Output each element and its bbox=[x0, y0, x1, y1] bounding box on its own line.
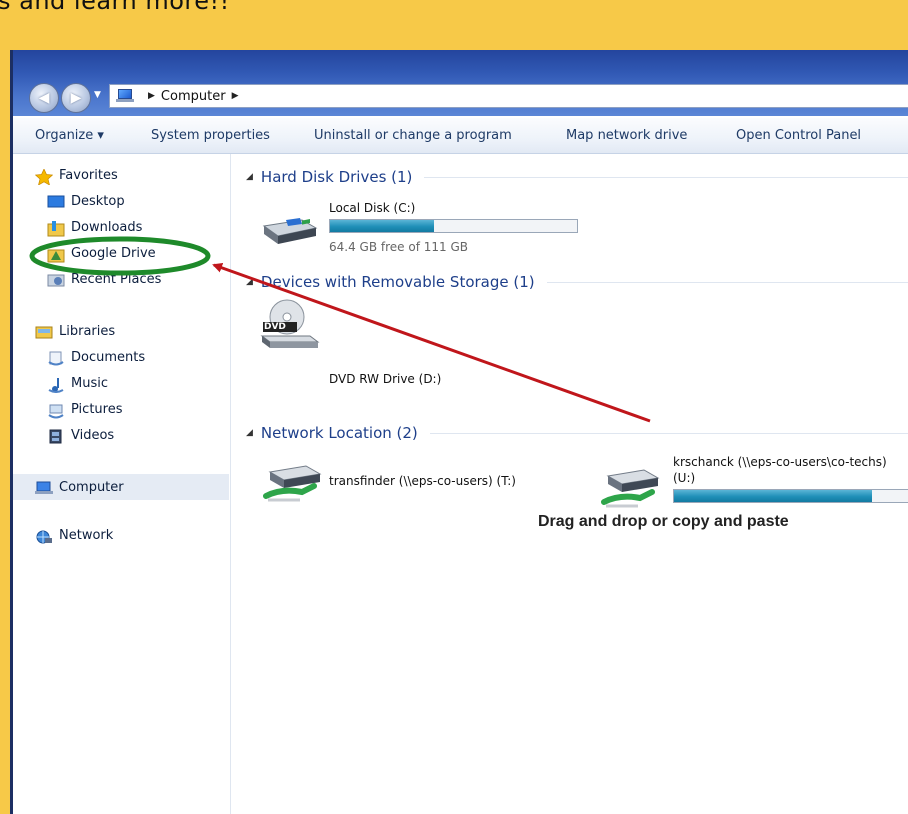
sidebar-item-network[interactable]: Network bbox=[35, 528, 113, 543]
sidebar-item-downloads[interactable]: Downloads bbox=[47, 220, 143, 236]
sidebar-item-recent-places[interactable]: Recent Places bbox=[47, 272, 161, 287]
back-button[interactable]: ◀ bbox=[29, 83, 59, 113]
system-properties-button[interactable]: System properties bbox=[151, 128, 270, 143]
explorer-window: ◀ ▶ ▼ ▶ Computer ▶ Organize ▾ System pro… bbox=[10, 50, 908, 814]
hard-drive-icon bbox=[262, 218, 318, 244]
sidebar-item-music[interactable]: Music bbox=[47, 376, 108, 393]
libraries-icon bbox=[35, 325, 53, 339]
drive-usage-bar-local-disk bbox=[329, 219, 578, 233]
address-bar[interactable]: ▶ Computer ▶ bbox=[109, 84, 908, 108]
map-network-drive-button[interactable]: Map network drive bbox=[566, 128, 687, 143]
collapse-triangle-icon[interactable]: ◢ bbox=[246, 428, 253, 438]
forward-arrow-icon: ▶ bbox=[70, 90, 82, 106]
drive-usage-fill-krschanck bbox=[674, 490, 873, 502]
drive-usage-fill-local-disk bbox=[330, 220, 434, 232]
slide-caption: s and learn more!! bbox=[0, 0, 230, 15]
group-title-network: Network Location (2) bbox=[260, 424, 418, 442]
breadcrumb-computer[interactable]: Computer bbox=[161, 89, 226, 104]
drive-usage-bar-krschanck bbox=[673, 489, 908, 503]
google-drive-folder-icon bbox=[47, 247, 65, 262]
breadcrumb-chevron-icon[interactable]: ▶ bbox=[232, 91, 239, 101]
group-title-hard-disk: Hard Disk Drives (1) bbox=[260, 168, 413, 186]
sidebar-label-favorites: Favorites bbox=[59, 168, 118, 183]
uninstall-program-button[interactable]: Uninstall or change a program bbox=[314, 128, 512, 143]
computer-icon bbox=[116, 89, 136, 103]
sidebar-item-google-drive[interactable]: Google Drive bbox=[47, 246, 156, 262]
recent-places-icon bbox=[47, 273, 65, 287]
music-icon bbox=[47, 377, 65, 393]
organize-button[interactable]: Organize ▾ bbox=[35, 128, 104, 143]
group-header-hard-disk[interactable]: ◢ Hard Disk Drives (1) bbox=[246, 168, 908, 186]
sidebar-label-pictures: Pictures bbox=[71, 402, 123, 417]
group-header-removable[interactable]: ◢ Devices with Removable Storage (1) bbox=[246, 273, 908, 291]
drive-name-krschanck: krschanck (\\eps-co-users\co-techs) bbox=[673, 455, 887, 469]
title-bar: ◀ ▶ ▼ ▶ Computer ▶ bbox=[13, 50, 908, 116]
drag-drop-annotation: Drag and drop or copy and paste bbox=[538, 513, 789, 530]
drive-name-local-disk: Local Disk (C:) bbox=[329, 201, 416, 215]
star-icon bbox=[34, 167, 54, 186]
sidebar-label-desktop: Desktop bbox=[71, 194, 125, 209]
sidebar-label-network: Network bbox=[59, 528, 114, 543]
open-control-panel-button[interactable]: Open Control Panel bbox=[736, 128, 861, 143]
breadcrumb-separator-icon: ▶ bbox=[148, 91, 155, 101]
documents-icon bbox=[47, 351, 65, 365]
collapse-triangle-icon[interactable]: ◢ bbox=[246, 277, 253, 287]
sidebar-item-computer[interactable]: Computer bbox=[35, 480, 124, 495]
group-title-removable: Devices with Removable Storage (1) bbox=[260, 273, 535, 291]
forward-button[interactable]: ▶ bbox=[61, 83, 91, 113]
drive-free-space-local-disk: 64.4 GB free of 111 GB bbox=[329, 240, 468, 254]
videos-icon bbox=[47, 429, 65, 443]
sidebar-label-libraries: Libraries bbox=[59, 324, 116, 339]
sidebar-label-music: Music bbox=[71, 376, 108, 391]
group-header-network[interactable]: ◢ Network Location (2) bbox=[246, 424, 908, 442]
sidebar-item-pictures[interactable]: Pictures bbox=[47, 402, 123, 418]
command-bar: Organize ▾ System properties Uninstall o… bbox=[13, 118, 908, 154]
sidebar-label-recent-places: Recent Places bbox=[71, 272, 162, 287]
sidebar-item-videos[interactable]: Videos bbox=[47, 428, 114, 443]
network-drive-icon bbox=[263, 465, 322, 502]
back-arrow-icon: ◀ bbox=[38, 90, 50, 106]
computer-icon bbox=[35, 481, 53, 495]
dvd-badge-text: DVD bbox=[264, 322, 286, 332]
recent-pages-dropdown-icon[interactable]: ▼ bbox=[94, 90, 101, 100]
sidebar-label-videos: Videos bbox=[71, 428, 115, 443]
network-drive-icon bbox=[601, 469, 660, 508]
content-pane: ◢ Hard Disk Drives (1) Local Disk (C:) 6… bbox=[232, 154, 908, 814]
sidebar-item-libraries[interactable]: Libraries bbox=[35, 324, 115, 339]
sidebar-item-documents[interactable]: Documents bbox=[47, 350, 145, 365]
navigation-pane: Favorites Desktop Downloads Google Drive… bbox=[13, 154, 231, 814]
sidebar-label-computer: Computer bbox=[59, 480, 124, 495]
sidebar-item-desktop[interactable]: Desktop bbox=[47, 194, 125, 209]
sidebar-label-documents: Documents bbox=[71, 350, 146, 365]
desktop-icon bbox=[47, 195, 65, 209]
sidebar-label-google-drive: Google Drive bbox=[71, 246, 156, 261]
drive-letter-krschanck: (U:) bbox=[673, 471, 696, 485]
collapse-triangle-icon[interactable]: ◢ bbox=[246, 172, 253, 182]
network-globe-icon bbox=[35, 529, 53, 543]
sidebar-item-favorites[interactable]: Favorites bbox=[34, 167, 118, 186]
pictures-icon bbox=[47, 403, 65, 418]
downloads-folder-icon bbox=[47, 220, 65, 236]
drive-name-transfinder: transfinder (\\eps-co-users) (T:) bbox=[329, 474, 516, 488]
sidebar-label-downloads: Downloads bbox=[71, 220, 143, 235]
drive-name-dvd: DVD RW Drive (D:) bbox=[329, 372, 442, 386]
